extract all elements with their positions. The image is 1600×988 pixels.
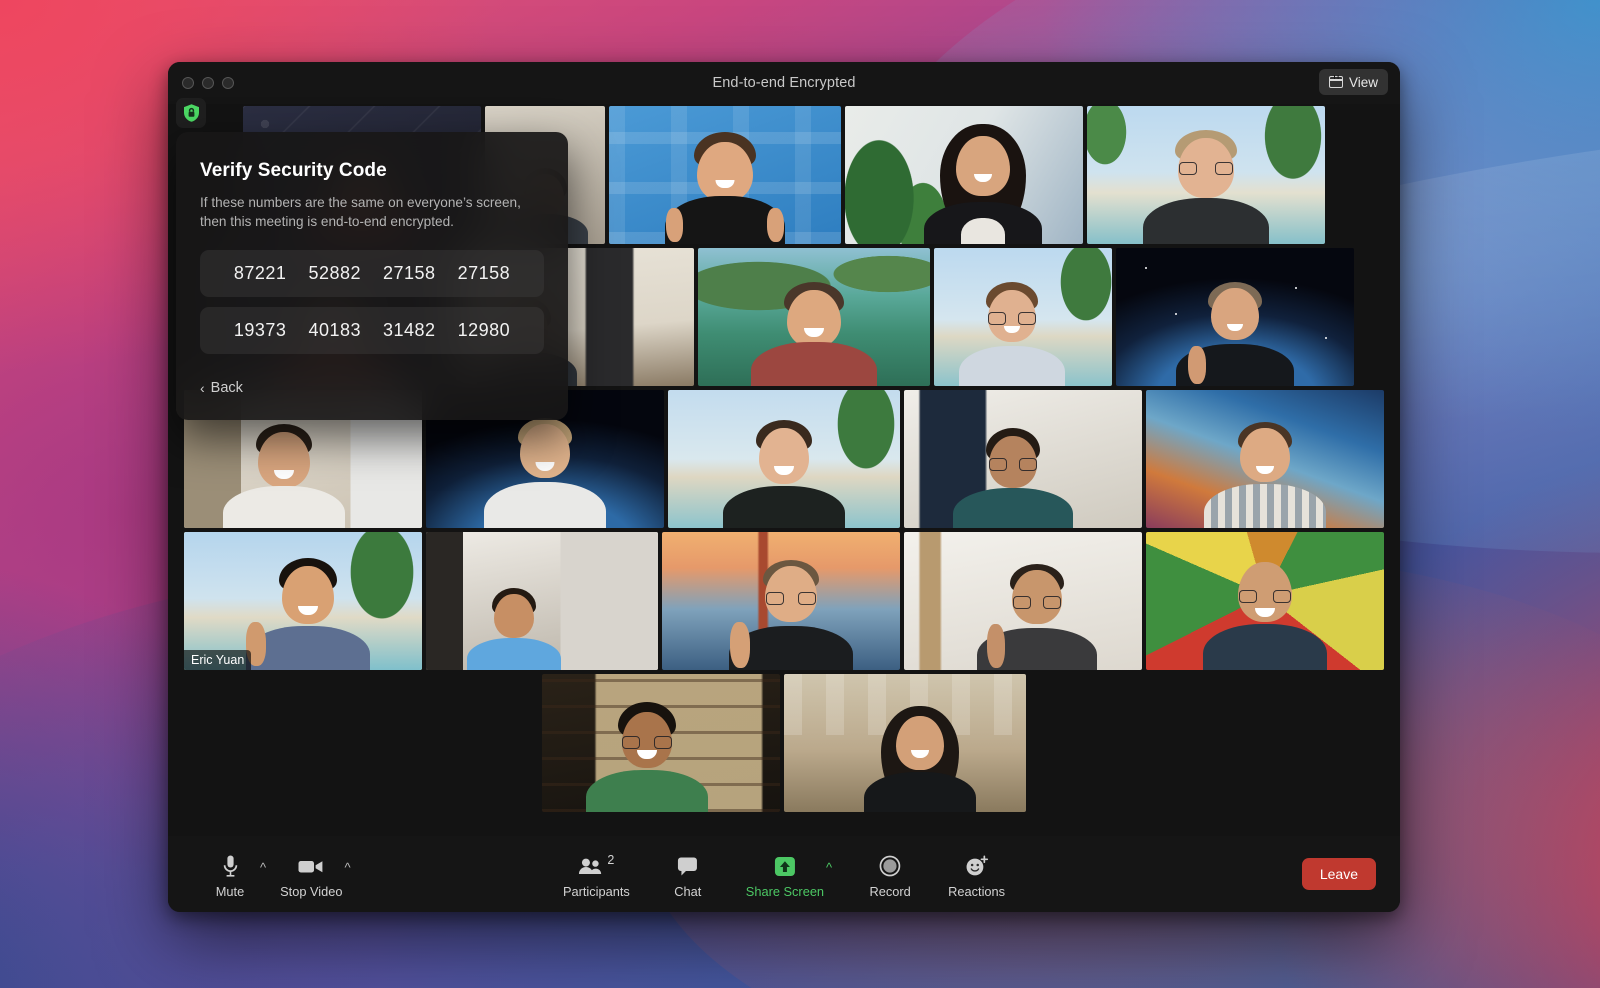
mute-button[interactable]: Mute bbox=[202, 849, 258, 899]
participant-tile[interactable] bbox=[1087, 106, 1325, 244]
desktop-wallpaper: End-to-end Encrypted View Eric Yuan Veri… bbox=[0, 0, 1600, 988]
view-button[interactable]: View bbox=[1318, 69, 1388, 95]
security-code-chunk: 19373 bbox=[233, 319, 287, 340]
share-screen-label: Share Screen bbox=[745, 884, 825, 899]
stop-video-group: Stop Video ^ bbox=[280, 849, 351, 899]
gallery-row bbox=[176, 674, 1392, 812]
share-screen-group: Share Screen ^ bbox=[746, 849, 832, 899]
security-code-chunk: 87221 bbox=[233, 262, 287, 283]
chat-button[interactable]: Chat bbox=[660, 849, 716, 899]
microphone-icon bbox=[222, 853, 239, 879]
grid-view-icon bbox=[1328, 75, 1343, 88]
stop-video-button[interactable]: Stop Video bbox=[280, 849, 343, 899]
chevron-left-icon: ‹ bbox=[200, 379, 205, 396]
minimize-button[interactable] bbox=[202, 77, 214, 89]
encryption-shield-badge[interactable] bbox=[176, 98, 206, 128]
people-icon: 2 bbox=[578, 853, 614, 879]
mute-group: Mute ^ bbox=[202, 849, 266, 899]
participant-tile[interactable] bbox=[784, 674, 1026, 812]
participant-tile[interactable] bbox=[426, 532, 658, 670]
record-button[interactable]: Record bbox=[862, 849, 918, 899]
participant-tile[interactable] bbox=[698, 248, 930, 386]
mute-label: Mute bbox=[215, 884, 245, 899]
participants-label: Participants bbox=[562, 884, 630, 899]
back-link-label: Back bbox=[210, 379, 243, 396]
participant-tile[interactable] bbox=[542, 674, 780, 812]
mute-options-caret-icon[interactable]: ^ bbox=[260, 861, 266, 874]
speech-bubble-icon bbox=[677, 853, 699, 879]
participant-tile[interactable] bbox=[934, 248, 1112, 386]
share-screen-options-caret-icon[interactable]: ^ bbox=[826, 861, 832, 874]
security-code-chunk: 27158 bbox=[383, 262, 436, 283]
participant-tile[interactable] bbox=[1116, 248, 1354, 386]
popup-title: Verify Security Code bbox=[200, 160, 387, 181]
share-screen-icon bbox=[773, 853, 797, 879]
verify-security-code-popup: Verify Security Code If these numbers ar… bbox=[176, 132, 568, 420]
traffic-lights bbox=[168, 77, 234, 89]
security-code-chunk: 27158 bbox=[457, 262, 511, 283]
view-button-label: View bbox=[1348, 74, 1378, 90]
participants-button[interactable]: 2 Participants bbox=[563, 849, 630, 899]
participant-tile[interactable] bbox=[609, 106, 841, 244]
security-code-row-2: 19373 40183 31482 12980 bbox=[200, 306, 544, 354]
security-code-chunk: 40183 bbox=[308, 319, 361, 340]
record-circle-icon bbox=[879, 853, 901, 879]
popup-description: If these numbers are the same on everyon… bbox=[200, 195, 521, 230]
reactions-label: Reactions bbox=[948, 884, 1006, 899]
leave-button[interactable]: Leave bbox=[1301, 858, 1376, 890]
share-screen-button[interactable]: Share Screen bbox=[746, 849, 824, 899]
zoom-meeting-window: End-to-end Encrypted View Eric Yuan Veri… bbox=[168, 62, 1400, 912]
video-camera-icon bbox=[298, 853, 324, 879]
participant-name-label: Eric Yuan bbox=[184, 650, 252, 670]
security-code-chunk: 12980 bbox=[457, 319, 511, 340]
close-button[interactable] bbox=[182, 77, 194, 89]
window-titlebar: End-to-end Encrypted View bbox=[168, 62, 1400, 104]
participants-count-badge: 2 bbox=[607, 853, 615, 867]
meeting-toolbar: Mute ^ Stop Video ^ 2 Participants Chat … bbox=[168, 836, 1400, 912]
participant-tile[interactable] bbox=[904, 532, 1142, 670]
window-title: End-to-end Encrypted bbox=[712, 75, 856, 91]
participant-tile[interactable] bbox=[845, 106, 1083, 244]
participant-tile[interactable] bbox=[904, 390, 1142, 528]
participant-tile[interactable] bbox=[662, 532, 900, 670]
security-code-chunk: 52882 bbox=[308, 262, 361, 283]
toolbar-left-group: Mute ^ Stop Video ^ bbox=[202, 849, 351, 899]
chat-label: Chat bbox=[674, 884, 702, 899]
smiley-plus-icon bbox=[965, 853, 989, 879]
green-shield-lock-icon bbox=[183, 104, 199, 122]
stop-video-label: Stop Video bbox=[280, 884, 343, 899]
video-options-caret-icon[interactable]: ^ bbox=[345, 861, 351, 874]
zoom-maximize-button[interactable] bbox=[222, 77, 234, 89]
participant-tile[interactable] bbox=[668, 390, 900, 528]
back-link[interactable]: ‹ Back bbox=[200, 380, 243, 396]
security-code-chunk: 31482 bbox=[383, 319, 436, 340]
security-code-row-1: 87221 52882 27158 27158 bbox=[200, 249, 544, 297]
toolbar-center-group: 2 Participants Chat Share Screen ^ Recor… bbox=[563, 849, 1005, 899]
participant-tile[interactable] bbox=[1146, 532, 1384, 670]
reactions-button[interactable]: Reactions bbox=[948, 849, 1005, 899]
record-label: Record bbox=[869, 884, 911, 899]
participant-tile[interactable] bbox=[1146, 390, 1384, 528]
gallery-row: Eric Yuan bbox=[176, 532, 1392, 670]
participant-tile-active-speaker[interactable]: Eric Yuan bbox=[184, 532, 422, 670]
